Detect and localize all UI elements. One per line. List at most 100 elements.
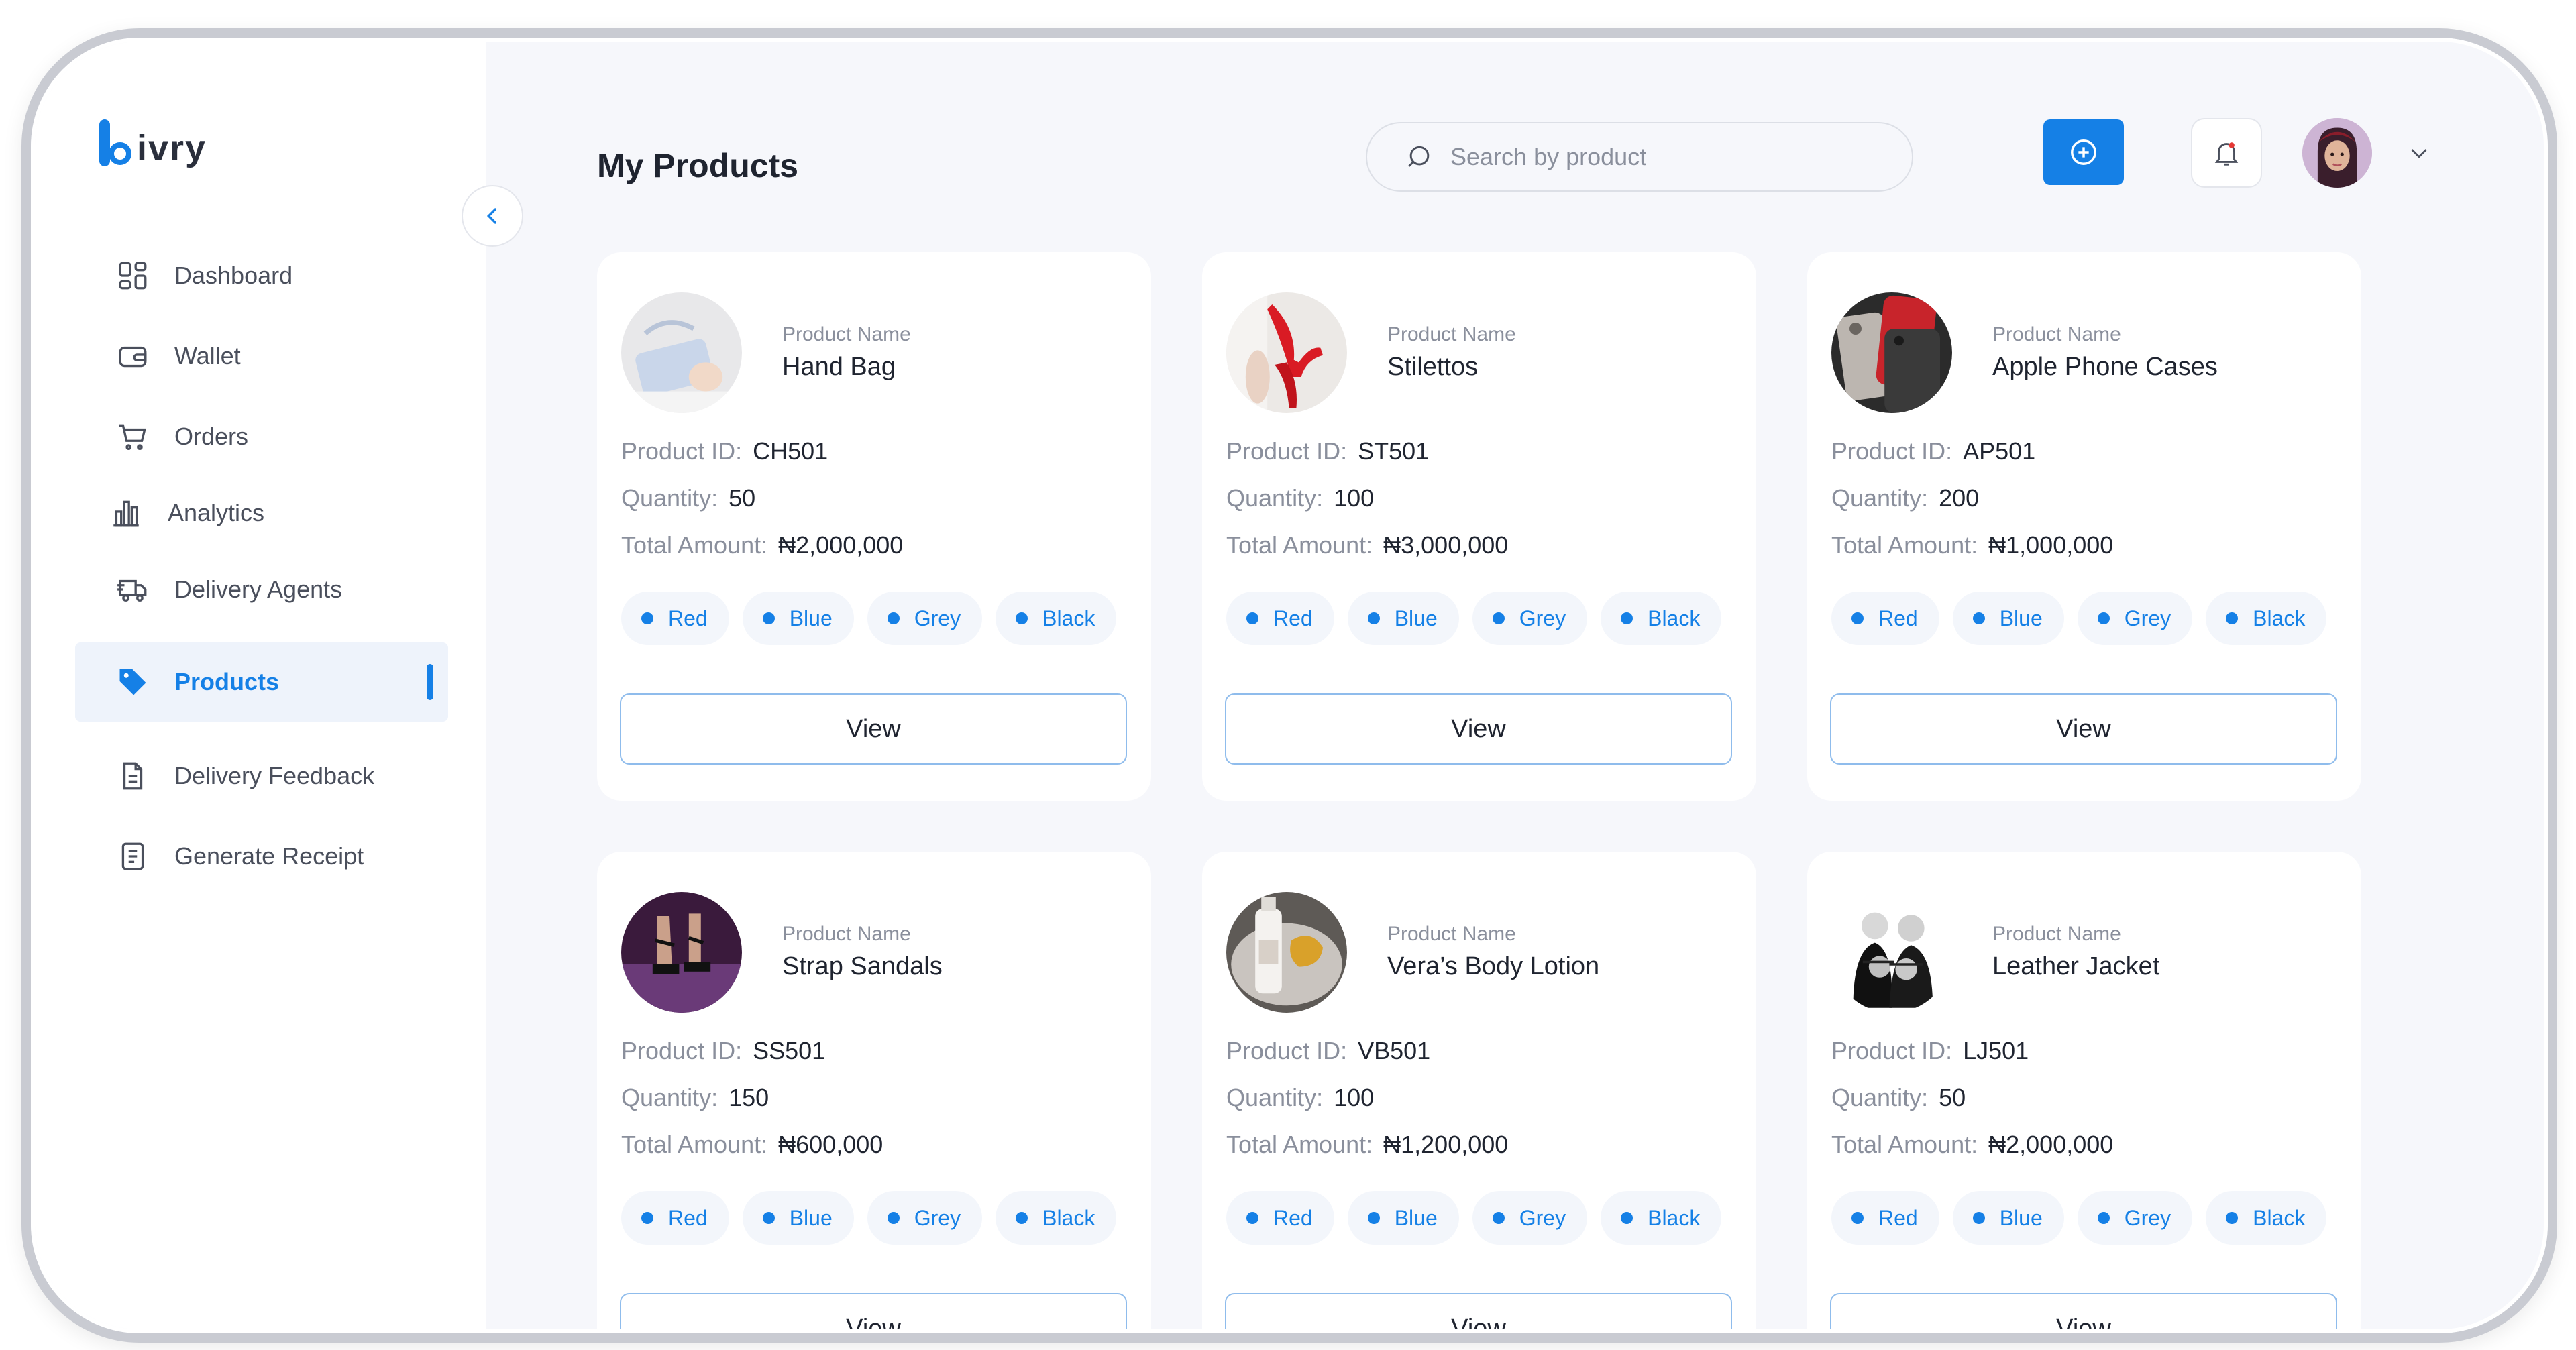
color-chip-red[interactable]: Red bbox=[1226, 1191, 1334, 1245]
sidebar-item-wallet[interactable]: Wallet bbox=[75, 317, 448, 396]
chip-label: Red bbox=[1878, 606, 1918, 630]
chip-label: Blue bbox=[789, 606, 833, 630]
sidebar-item-label: Analytics bbox=[168, 499, 265, 526]
view-button[interactable]: View bbox=[1830, 1293, 2337, 1329]
sidebar: ivry Dashboard Wallet Orders Analytics D… bbox=[35, 42, 486, 1329]
dot-icon bbox=[1851, 612, 1864, 624]
dot-icon bbox=[2097, 612, 2110, 624]
color-chip-grey[interactable]: Grey bbox=[2077, 592, 2193, 645]
search-bar[interactable] bbox=[1366, 122, 1913, 192]
cart-icon bbox=[114, 418, 152, 455]
product-id-row: Product ID: VB501 bbox=[1226, 1037, 1430, 1065]
color-chip-black[interactable]: Black bbox=[1601, 1191, 1722, 1245]
dot-icon bbox=[1367, 1212, 1380, 1224]
chip-label: Blue bbox=[1999, 1205, 2043, 1230]
total-amount: ₦1,200,000 bbox=[1383, 1131, 1509, 1158]
color-chip-grey[interactable]: Grey bbox=[867, 1191, 983, 1245]
color-chip-red[interactable]: Red bbox=[1831, 592, 1939, 645]
color-chip-black[interactable]: Black bbox=[996, 592, 1117, 645]
product-id: CH501 bbox=[753, 437, 828, 465]
delivery-truck-icon bbox=[114, 571, 152, 608]
total-amount: ₦600,000 bbox=[778, 1131, 883, 1158]
product-image-strap-sandals bbox=[621, 892, 742, 1013]
notifications-button[interactable] bbox=[2191, 118, 2262, 188]
avatar[interactable] bbox=[2302, 118, 2372, 188]
dot-icon bbox=[1621, 612, 1633, 624]
sidebar-item-delivery-agents[interactable]: Delivery Agents bbox=[75, 550, 448, 629]
dot-icon bbox=[1246, 612, 1258, 624]
color-chip-black[interactable]: Black bbox=[2206, 592, 2327, 645]
view-button[interactable]: View bbox=[1225, 1293, 1732, 1329]
brand-logo[interactable]: ivry bbox=[99, 119, 207, 166]
chip-label: Red bbox=[1273, 1205, 1313, 1230]
search-icon bbox=[1408, 146, 1430, 167]
product-id-row: Product ID: ST501 bbox=[1226, 437, 1429, 465]
product-id-label: Product ID: bbox=[1831, 1037, 1953, 1064]
color-chip-grey[interactable]: Grey bbox=[1472, 592, 1588, 645]
view-button[interactable]: View bbox=[1225, 693, 1732, 765]
chip-label: Blue bbox=[789, 1205, 833, 1230]
sidebar-item-delivery-feedback[interactable]: Delivery Feedback bbox=[75, 736, 448, 815]
product-id-label: Product ID: bbox=[1831, 437, 1953, 465]
quantity: 50 bbox=[1939, 1084, 1966, 1111]
quantity-row: Quantity: 50 bbox=[621, 484, 755, 512]
color-chip-blue[interactable]: Blue bbox=[742, 592, 854, 645]
color-chip-blue[interactable]: Blue bbox=[1952, 1191, 2064, 1245]
color-chip-grey[interactable]: Grey bbox=[867, 592, 983, 645]
dot-icon bbox=[762, 1212, 775, 1224]
quantity-row: Quantity: 100 bbox=[1226, 1084, 1374, 1112]
sidebar-item-orders[interactable]: Orders bbox=[75, 397, 448, 476]
sidebar-item-label: Delivery Feedback bbox=[174, 762, 375, 789]
product-id: SS501 bbox=[753, 1037, 826, 1064]
product-id: AP501 bbox=[1963, 437, 2036, 465]
quantity: 150 bbox=[729, 1084, 769, 1111]
product-id: VB501 bbox=[1358, 1037, 1431, 1064]
color-chip-black[interactable]: Black bbox=[1601, 592, 1722, 645]
color-chips: Red Blue Grey Black bbox=[621, 1191, 1117, 1245]
total-amount-row: Total Amount: ₦1,000,000 bbox=[1831, 531, 2113, 559]
color-chip-red[interactable]: Red bbox=[1226, 592, 1334, 645]
collapse-sidebar-button[interactable] bbox=[462, 185, 523, 247]
dot-icon bbox=[1972, 612, 1985, 624]
bar-chart-icon bbox=[107, 494, 145, 532]
total-amount-label: Total Amount: bbox=[1226, 531, 1373, 559]
product-name: Vera’s Body Lotion bbox=[1387, 952, 1600, 980]
quantity: 200 bbox=[1939, 484, 1980, 512]
color-chip-red[interactable]: Red bbox=[621, 592, 729, 645]
sidebar-item-generate-receipt[interactable]: Generate Receipt bbox=[75, 817, 448, 896]
total-amount-row: Total Amount: ₦2,000,000 bbox=[621, 531, 903, 559]
color-chip-blue[interactable]: Blue bbox=[742, 1191, 854, 1245]
chip-label: Red bbox=[668, 606, 708, 630]
search-input[interactable] bbox=[1450, 143, 1880, 171]
add-product-button[interactable] bbox=[2043, 119, 2124, 185]
quantity-label: Quantity: bbox=[1226, 1084, 1324, 1111]
total-amount-label: Total Amount: bbox=[621, 1131, 768, 1158]
color-chip-black[interactable]: Black bbox=[996, 1191, 1117, 1245]
total-amount-row: Total Amount: ₦1,200,000 bbox=[1226, 1131, 1508, 1159]
quantity-row: Quantity: 150 bbox=[621, 1084, 769, 1112]
quantity-row: Quantity: 100 bbox=[1226, 484, 1374, 512]
view-button[interactable]: View bbox=[620, 693, 1127, 765]
view-button[interactable]: View bbox=[620, 1293, 1127, 1329]
quantity: 50 bbox=[729, 484, 756, 512]
color-chip-grey[interactable]: Grey bbox=[1472, 1191, 1588, 1245]
tag-icon bbox=[114, 663, 152, 701]
color-chip-blue[interactable]: Blue bbox=[1347, 592, 1459, 645]
account-menu-toggle[interactable] bbox=[2403, 137, 2435, 169]
color-chip-black[interactable]: Black bbox=[2206, 1191, 2327, 1245]
sidebar-item-products[interactable]: Products bbox=[75, 642, 448, 722]
dot-icon bbox=[887, 1212, 900, 1224]
color-chip-blue[interactable]: Blue bbox=[1347, 1191, 1459, 1245]
sidebar-item-label: Products bbox=[174, 668, 280, 695]
color-chips: Red Blue Grey Black bbox=[621, 592, 1117, 645]
dot-icon bbox=[1367, 612, 1380, 624]
color-chip-blue[interactable]: Blue bbox=[1952, 592, 2064, 645]
product-name-label: Product Name bbox=[782, 323, 911, 345]
sidebar-item-dashboard[interactable]: Dashboard bbox=[75, 236, 448, 315]
color-chip-grey[interactable]: Grey bbox=[2077, 1191, 2193, 1245]
product-id-label: Product ID: bbox=[1226, 437, 1348, 465]
view-button[interactable]: View bbox=[1830, 693, 2337, 765]
color-chip-red[interactable]: Red bbox=[1831, 1191, 1939, 1245]
sidebar-item-analytics[interactable]: Analytics bbox=[75, 473, 448, 553]
color-chip-red[interactable]: Red bbox=[621, 1191, 729, 1245]
